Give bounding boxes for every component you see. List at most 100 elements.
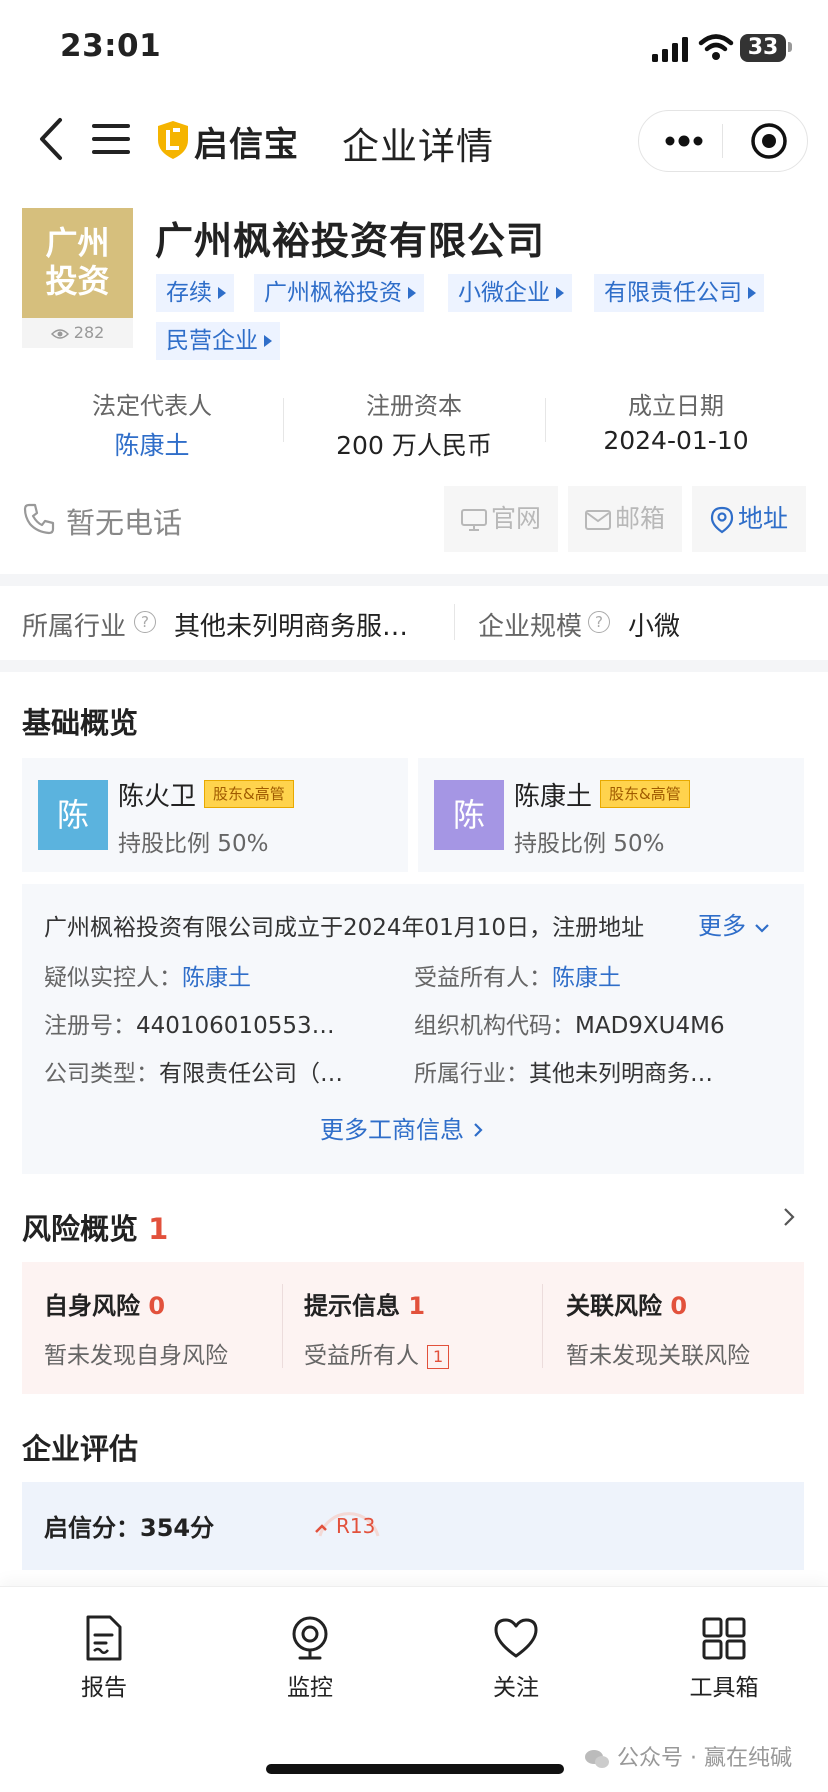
battery-indicator: 33 [740,34,786,62]
eye-icon [50,328,69,339]
more-business-info-label: 更多工商信息 [320,1116,464,1144]
risk-divider [282,1284,283,1368]
tag-status[interactable]: 存续 [156,274,234,312]
company-logo-line2: 投资 [45,262,110,300]
share-ratio: 持股比例 50% [514,831,665,857]
beneficiary-label: 受益所有人： [414,965,552,991]
related-risk-count: 0 [670,1292,688,1320]
tag-type[interactable]: 有限责任公司 [594,274,764,312]
close-capsule-icon[interactable] [750,122,788,160]
scale-value: 小微 [628,612,681,642]
risk-title-text: 风险概览 [22,1212,139,1246]
self-risk-label: 自身风险 [44,1292,140,1320]
risk-total-count: 1 [148,1212,169,1246]
tab-toolbox[interactable]: 工具箱 [654,1614,794,1702]
credit-score-box[interactable]: 启信分：354分 R13 [22,1482,804,1570]
view-count-value: 282 [73,323,105,342]
address-button[interactable]: 地址 [692,486,806,552]
tag-size[interactable]: 小微企业 [448,274,572,312]
company-type-label: 公司类型： [44,1061,159,1087]
tag-brand[interactable]: 广州枫裕投资 [254,274,424,312]
help-icon[interactable]: ? [588,611,610,633]
company-type-value: 有限责任公司（… [159,1061,343,1087]
chevron-down-icon [754,924,769,933]
home-indicator[interactable] [266,1764,564,1774]
more-icon[interactable] [662,128,706,154]
back-icon[interactable] [36,116,66,162]
page-title: 企业详情 [342,125,494,168]
beneficiary-value[interactable]: 陈康土 [552,965,621,991]
tab-report-label: 报告 [81,1675,127,1701]
evaluation-title: 企业评估 [22,1432,139,1466]
email-button[interactable]: 邮箱 [568,486,682,552]
risk-divider [542,1284,543,1368]
share-ratio: 持股比例 50% [118,831,269,857]
shareholder-card[interactable]: 陈 陈火卫 股东&高管 持股比例 50% [22,758,408,872]
shareholder-card[interactable]: 陈 陈康土 股东&高管 持股比例 50% [418,758,804,872]
phone-text: 暂无电话 [66,506,183,540]
org-code-field: 组织机构代码：MAD9XU4M6 [414,1006,725,1040]
tag-ownership[interactable]: 民营企业 [156,322,280,360]
related-risk-title[interactable]: 关联风险 0 [566,1286,687,1321]
shareholder-name: 陈康土 [514,782,593,812]
controller-label: 疑似实控人： [44,965,182,991]
expand-more-label: 更多 [698,912,746,940]
legal-rep-label: 法定代表人 [92,392,212,420]
help-icon[interactable]: ? [134,611,156,633]
signal-icon [652,37,688,62]
tab-toolbox-label: 工具箱 [689,1675,759,1701]
industry-field-label: 所属行业： [414,1061,529,1087]
wechat-icon [585,1750,609,1768]
monitor-screen-icon [460,509,487,531]
risk-overview-title[interactable]: 风险概览 1 [22,1206,168,1248]
more-business-info-link[interactable]: 更多工商信息 [320,1110,484,1145]
hint-info-mini-count: 1 [427,1344,450,1369]
monitor-icon [292,1616,328,1660]
heart-icon [494,1618,538,1658]
tab-follow[interactable]: 关注 [446,1614,586,1702]
scale-label: 企业规模 [478,612,583,642]
risk-summary-box: 自身风险 0 暂未发现自身风险 提示信息 1 受益所有人 1 关联风险 0 暂未发… [22,1262,804,1394]
controller-field: 疑似实控人：陈康土 [44,958,251,992]
founded-date-label: 成立日期 [628,392,724,420]
tab-report[interactable]: 报告 [34,1614,174,1702]
location-pin-icon [710,506,734,534]
tab-monitor[interactable]: 监控 [240,1614,380,1702]
battery-tip [788,42,792,52]
hint-info-label: 提示信息 [304,1292,400,1320]
reg-no-field: 注册号：440106010553… [44,1006,335,1040]
industry-divider [454,604,455,640]
avatar: 陈 [38,780,108,850]
hint-info-desc-text: 受益所有人 [304,1343,419,1369]
tab-follow-label: 关注 [493,1675,539,1701]
menu-icon[interactable] [92,122,130,156]
business-info-box: 广州枫裕投资有限公司成立于2024年01月10日，注册地址 更多 疑似实控人：陈… [22,884,804,1174]
phone-icon [23,503,55,535]
legal-rep-value[interactable]: 陈康土 [22,426,282,462]
website-button[interactable]: 官网 [444,486,558,552]
hint-info-title[interactable]: 提示信息 1 [304,1286,425,1321]
company-logo: 广州 投资 [22,208,133,318]
beneficiary-field: 受益所有人：陈康土 [414,958,621,992]
industry-field-value: 其他未列明商务… [529,1061,713,1087]
shareholder-name: 陈火卫 [118,782,197,812]
credit-score: 启信分：354分 [44,1514,215,1542]
score-rank: R13 [336,1514,376,1538]
company-name: 广州枫裕投资有限公司 [155,219,546,263]
website-label: 官网 [490,504,541,533]
hint-info-desc[interactable]: 受益所有人 1 [304,1336,450,1370]
overview-title: 基础概览 [22,706,139,740]
self-risk-title[interactable]: 自身风险 0 [44,1286,165,1321]
controller-value[interactable]: 陈康土 [182,965,251,991]
industry-label: 所属行业 [22,612,127,642]
report-icon [86,1615,122,1661]
capsule-divider [722,124,723,158]
app-logo-text: 启信宝 [194,125,299,165]
company-summary: 广州枫裕投资有限公司成立于2024年01月10日，注册地址 [44,915,645,941]
chevron-right-icon[interactable] [782,1206,796,1228]
expand-more-button[interactable]: 更多 [698,906,770,941]
reg-no-value: 440106010553… [136,1013,335,1039]
avatar: 陈 [434,780,504,850]
related-risk-desc: 暂未发现关联风险 [566,1343,750,1369]
mail-icon [584,510,611,530]
